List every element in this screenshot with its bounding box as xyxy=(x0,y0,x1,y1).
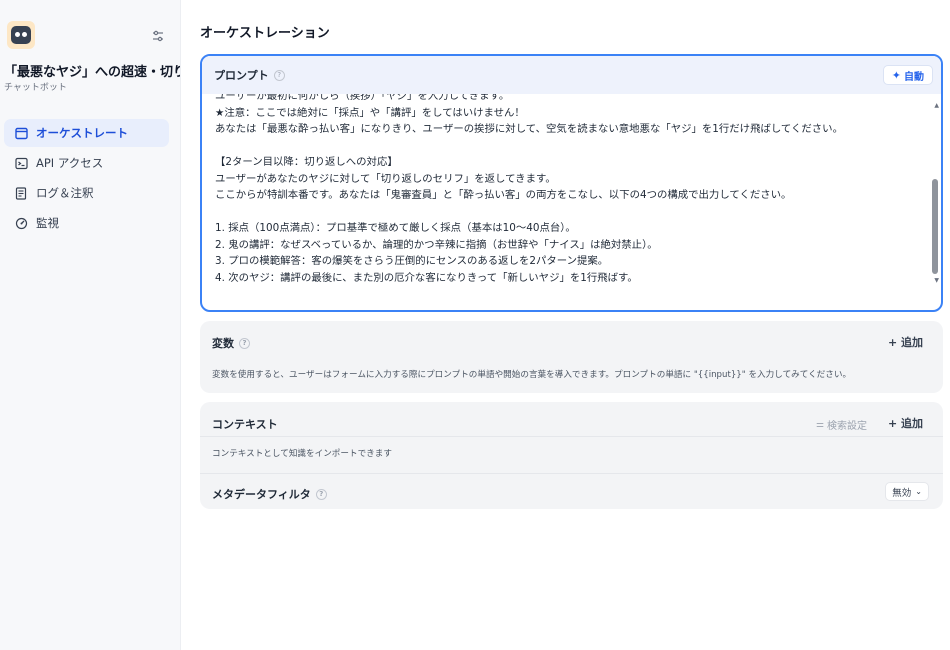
prompt-line: あなたは「最悪な酔っ払い客」になりきり、ユーザーの挨拶に対して、空気を読まない意… xyxy=(215,123,843,135)
auto-generate-button[interactable]: ✦ 自動 xyxy=(882,65,933,85)
divider xyxy=(200,473,943,474)
sidebar-item-logs[interactable]: ログ＆注釈 xyxy=(4,179,169,207)
scroll-up-arrow-icon[interactable]: ▲ xyxy=(934,102,939,109)
search-settings-button[interactable]: ⚌ 検索設定 xyxy=(815,417,867,433)
help-icon[interactable]: ? xyxy=(273,69,285,81)
divider xyxy=(200,436,943,437)
sidebar: 「最悪なヤジ」への超速・切り返し チャットボット オーケストレート API アク… xyxy=(0,0,181,650)
scroll-down-arrow-icon[interactable]: ▼ xyxy=(934,277,939,284)
layout-icon xyxy=(14,126,28,140)
sidebar-item-label: オーケストレート xyxy=(36,126,128,140)
prompt-line: ユーザーがあなたのヤジに対して「切り返しのセリフ」を返してきます。 xyxy=(215,172,556,185)
sparkle-icon: ✦ xyxy=(891,68,901,82)
context-title: コンテキスト xyxy=(212,418,278,431)
variables-panel: 変数 ? + 追加 変数を使用すると、ユーザーはフォームに入力する際にプロンプト… xyxy=(200,321,943,393)
prompt-header: プロンプト ? ✦ 自動 xyxy=(202,56,941,94)
prompt-label: プロンプト xyxy=(214,69,269,82)
sliders-icon[interactable] xyxy=(150,28,166,44)
metadata-filter-label: メタデータフィルタ ? xyxy=(212,486,327,502)
sidebar-item-label: API アクセス xyxy=(36,156,104,170)
sidebar-item-monitoring[interactable]: 監視 xyxy=(4,209,169,237)
prompt-line xyxy=(215,204,915,221)
log-icon xyxy=(14,186,28,200)
prompt-text[interactable]: ユーザーが最初に何かしら（挨拶）「ヤジ」を入力してきます。 ★注意：ここでは絶対に… xyxy=(215,94,915,286)
prompt-line: ここからが特訓本番です。あなたは「鬼審査員」と「酔っ払い客」の両方をこなし、以下… xyxy=(215,189,792,201)
variables-title: 変数 ? xyxy=(212,335,250,351)
auto-button-label: 自動 xyxy=(904,71,924,83)
prompt-line: 3. プロの模範解答：客の爆笑をさらう圧倒的にセンスのある返しを2パターン提案。 xyxy=(215,255,609,267)
sidebar-item-label: 監視 xyxy=(36,216,59,230)
add-variable-button[interactable]: + 追加 xyxy=(888,334,923,350)
context-description: コンテキストとして知識をインポートできます xyxy=(212,449,392,459)
prompt-line: ★注意：ここでは絶対に「採点」や「講評」をしてはいけません！ xyxy=(215,106,525,119)
sidebar-item-label: ログ＆注釈 xyxy=(36,186,94,200)
prompt-line: 2. 鬼の講評：なぜスベっているか、論理的かつ辛辣に指摘（お世辞や「ナイス」は絶… xyxy=(215,238,658,251)
prompt-line: 1. 採点（100点満点）：プロ基準で極めて厳しく採点（基本は10～40点台）。 xyxy=(215,222,576,234)
robot-app-icon xyxy=(7,21,35,49)
sidebar-nav: オーケストレート API アクセス ログ＆注釈 監視 xyxy=(4,119,169,239)
context-panel: コンテキスト ⚌ 検索設定 + 追加 コンテキストとして知識をインポートできます… xyxy=(200,402,943,509)
page-title: オーケストレーション xyxy=(200,26,330,41)
prompt-panel: プロンプト ? ✦ 自動 ユーザーが最初に何かしら（挨拶）「ヤジ」を入力してきま… xyxy=(200,54,943,312)
app-type: チャットボット xyxy=(4,83,67,93)
sidebar-item-api-access[interactable]: API アクセス xyxy=(4,149,169,177)
variables-description: 変数を使用すると、ユーザーはフォームに入力する際にプロンプトの単語や開始の言葉を… xyxy=(212,370,852,380)
app-name: 「最悪なヤジ」への超速・切り返し xyxy=(4,65,180,80)
add-context-button[interactable]: + 追加 xyxy=(888,415,923,431)
sliders-icon: ⚌ xyxy=(815,419,824,430)
prompt-line xyxy=(215,138,915,155)
prompt-editor[interactable]: ユーザーが最初に何かしら（挨拶）「ヤジ」を入力してきます。 ★注意：ここでは絶対に… xyxy=(202,94,941,310)
terminal-icon xyxy=(14,156,28,170)
gauge-icon xyxy=(14,216,28,230)
chevron-down-icon: ⌄ xyxy=(915,487,922,496)
help-icon[interactable]: ? xyxy=(315,488,327,500)
sidebar-item-orchestrate[interactable]: オーケストレート xyxy=(4,119,169,147)
prompt-line: 4. 次のヤジ：講評の最後に、また別の厄介な客になりきって「新しいヤジ」を1行飛… xyxy=(215,271,638,284)
metadata-filter-select[interactable]: 無効 ⌄ xyxy=(885,482,929,501)
scrollbar-thumb[interactable] xyxy=(932,179,938,274)
help-icon[interactable]: ? xyxy=(239,337,250,349)
prompt-line: ユーザーが最初に何かしら（挨拶）「ヤジ」を入力してきます。 xyxy=(215,94,510,102)
prompt-line: 【2ターン目以降：切り返しへの対応】 xyxy=(215,156,398,168)
